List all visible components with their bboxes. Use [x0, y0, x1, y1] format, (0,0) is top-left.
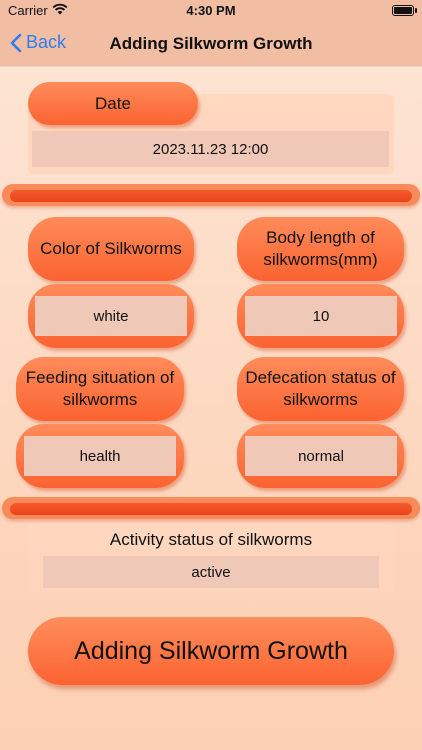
feeding-field[interactable]: health: [24, 436, 176, 476]
date-field[interactable]: 2023.11.23 12:00: [32, 131, 389, 167]
page-title: Adding Silkworm Growth: [109, 34, 313, 53]
battery-icon: [392, 5, 414, 16]
color-field[interactable]: white: [35, 296, 187, 336]
activity-label: Activity status of silkworms: [109, 530, 313, 549]
defecation-label: Defecation status of silkworms: [237, 357, 404, 421]
add-growth-button[interactable]: Adding Silkworm Growth: [28, 617, 394, 685]
navigation-bar: Back Adding Silkworm Growth: [0, 22, 422, 66]
section-divider: [2, 184, 420, 206]
color-label: Color of Silkworms: [28, 217, 194, 281]
defecation-field[interactable]: normal: [245, 436, 397, 476]
body-length-field[interactable]: 10: [245, 296, 397, 336]
activity-field[interactable]: active: [43, 556, 379, 588]
feeding-label: Feeding situation of silkworms: [16, 357, 184, 421]
body-length-label: Body length of silkworms(mm): [237, 217, 404, 281]
status-bar: Carrier 4:30 PM: [0, 0, 422, 22]
section-divider: [2, 497, 420, 519]
battery-tip: [415, 8, 417, 13]
date-label: Date: [28, 82, 198, 125]
clock: 4:30 PM: [186, 3, 236, 18]
